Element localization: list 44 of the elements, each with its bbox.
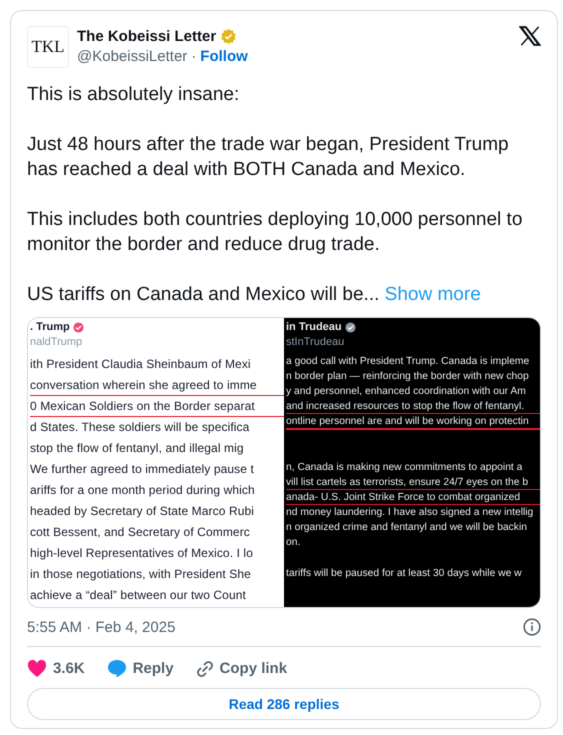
post-text-line: n border plan — reinforcing the border with new chop bbox=[286, 370, 530, 384]
info-icon[interactable] bbox=[523, 618, 541, 636]
separator-dot: · bbox=[191, 48, 196, 65]
post-text-line: a good call with President Trump. Canada is impleme bbox=[286, 355, 530, 369]
post-text-line: tariffs will be paused for at least 30 days while we w bbox=[286, 567, 523, 581]
post-text-line: cott Bessent, and Secretary of Commerc bbox=[30, 524, 251, 541]
account-handle: stInTrudeau bbox=[286, 336, 346, 348]
post-text-line: on. bbox=[286, 536, 302, 550]
follow-link[interactable]: Follow bbox=[200, 48, 248, 65]
post-text-line: ariffs for a one month period during which bbox=[30, 482, 256, 499]
post-text-line: d States. These soldiers will be specifica bbox=[30, 419, 250, 436]
post-text: This includes both countries deploying 10,000 personnel to monitor the border and reduce drug trade. bbox=[27, 208, 524, 257]
avatar[interactable]: TKL bbox=[27, 26, 69, 68]
post-text: US tariffs on Canada and Mexico will be... bbox=[27, 284, 380, 305]
verified-badge-icon bbox=[72, 322, 84, 332]
post-text-line: headed by Secretary of State Marco Rubi bbox=[30, 503, 256, 520]
post-text-line: high-level Representatives of Mexico. I lo bbox=[30, 545, 254, 562]
post-text-line: in those negotiations, with President She bbox=[30, 566, 252, 583]
post-text-line: ith President Claudia Sheinbaum of Mexi bbox=[30, 356, 252, 373]
post-text: Just 48 hours after the trade war began, President Trump has reached a deal with BOTH Canada and Mexico. bbox=[27, 133, 510, 182]
copy-button[interactable]: Copy link bbox=[196, 657, 288, 680]
post-text-line: stop the flow of fentanyl, and illegal mig bbox=[30, 440, 245, 457]
embedded-screenshot[interactable] bbox=[27, 317, 541, 608]
verified-badge-icon bbox=[344, 322, 356, 332]
reply-button[interactable]: Reply bbox=[106, 657, 174, 680]
account-name: . Trump bbox=[30, 321, 70, 333]
post-text-line: nd money laundering. I have also signed a new intellig bbox=[286, 506, 534, 520]
like-button[interactable]: 3.6K bbox=[27, 657, 85, 680]
post-text: This is absolutely insane: bbox=[27, 83, 240, 107]
account-name: in Trudeau bbox=[286, 321, 342, 333]
post-text-line: y and personnel, enhanced coordination with our Am bbox=[286, 385, 527, 399]
read-replies-button[interactable]: Read 286 replies bbox=[27, 688, 541, 720]
heart-icon bbox=[27, 660, 47, 678]
author-handle: @KobeissiLetter bbox=[77, 48, 188, 65]
speech-bubble-icon bbox=[106, 659, 127, 678]
post-text-line: achieve a “deal” between our two Count bbox=[30, 587, 247, 604]
account-handle: naldTrump bbox=[30, 336, 84, 348]
post-text-line: We further agreed to immediately pause t bbox=[30, 461, 255, 478]
author-name[interactable]: The Kobeissi Letter bbox=[77, 28, 216, 45]
link-icon bbox=[196, 660, 214, 678]
post-text-line: n organized crime and fentanyl and we will be backin bbox=[286, 521, 528, 535]
post-text-line: n, Canada is making new commitments to appoint a bbox=[286, 461, 524, 475]
timestamp[interactable]: 5:55 AM · Feb 4, 2025 bbox=[27, 618, 176, 636]
x-logo-icon[interactable] bbox=[519, 26, 541, 46]
